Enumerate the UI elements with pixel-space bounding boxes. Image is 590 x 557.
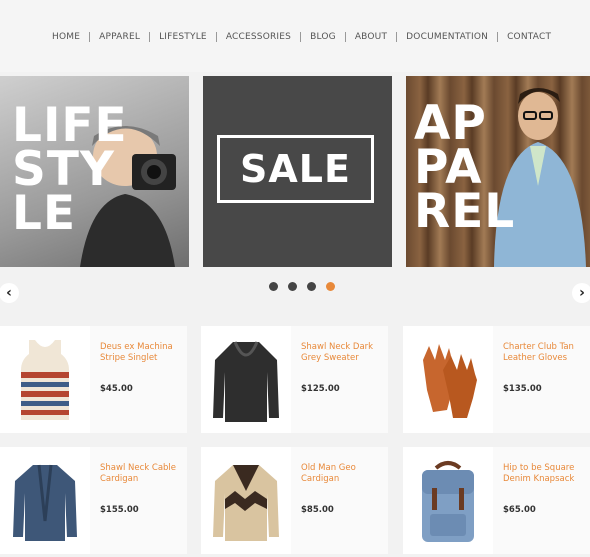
product-price: $65.00 — [503, 505, 536, 515]
nav-link-home[interactable]: HOME — [52, 32, 80, 42]
nav-link-lifestyle[interactable]: LIFESTYLE — [159, 32, 207, 42]
product-card[interactable]: Deus ex Machina Stripe Singlet $45.00 — [0, 326, 187, 433]
slider-dot-1[interactable] — [269, 282, 278, 291]
nav-link-blog[interactable]: BLOG — [310, 32, 336, 42]
product-image[interactable] — [403, 447, 493, 554]
top-navigation: HOME APPAREL LIFESTYLE ACCESSORIES BLOG … — [0, 0, 590, 72]
nav-divider — [497, 32, 499, 42]
tank-top-icon — [21, 339, 69, 420]
slider-dot-2[interactable] — [288, 282, 297, 291]
product-image[interactable] — [0, 326, 90, 433]
slide-apparel-title: AP PA REL — [414, 100, 516, 239]
nav-link-contact[interactable]: CONTACT — [507, 32, 551, 42]
nav-item-about[interactable]: ABOUT — [336, 32, 387, 42]
nav-divider — [396, 32, 398, 42]
product-price: $135.00 — [503, 384, 542, 394]
nav-item-accessories[interactable]: ACCESSORIES — [207, 32, 291, 42]
product-card[interactable]: Charter Club Tan Leather Gloves $135.00 — [403, 326, 590, 433]
product-price: $85.00 — [301, 505, 334, 515]
slider-prev-arrow-icon[interactable]: ‹ — [0, 283, 19, 303]
nav-divider — [215, 32, 217, 42]
product-card[interactable]: Old Man Geo Cardigan $85.00 — [201, 447, 388, 554]
product-name[interactable]: Deus ex Machina Stripe Singlet — [100, 342, 182, 364]
nav-item-apparel[interactable]: APPAREL — [80, 32, 140, 42]
slide-apparel[interactable]: AP PA REL — [406, 76, 590, 267]
slide-lifestyle-line-3: LE — [12, 186, 77, 241]
nav-item-documentation[interactable]: DOCUMENTATION — [387, 32, 488, 42]
product-price: $155.00 — [100, 505, 139, 515]
nav-link-about[interactable]: ABOUT — [355, 32, 387, 42]
product-name[interactable]: Hip to be Square Denim Knapsack — [503, 463, 585, 485]
nav-item-blog[interactable]: BLOG — [291, 32, 336, 42]
slider-dot-4[interactable] — [326, 282, 335, 291]
slide-lifestyle-title: LIFE STY LE — [12, 102, 128, 241]
gloves-icon — [423, 343, 477, 418]
nav-menu: HOME APPAREL LIFESTYLE ACCESSORIES BLOG … — [52, 32, 551, 42]
nav-item-home[interactable]: HOME — [52, 32, 80, 42]
hero-slider: LIFE STY LE SALE AP PA REL — [0, 76, 590, 268]
slide-apparel-line-3: REL — [414, 184, 516, 239]
product-price: $125.00 — [301, 384, 340, 394]
slider-pagination — [269, 282, 345, 291]
sweater-icon — [213, 340, 279, 422]
nav-link-accessories[interactable]: ACCESSORIES — [226, 32, 291, 42]
backpack-icon — [422, 460, 474, 542]
cardigan-icon — [13, 464, 77, 541]
slide-sale[interactable]: SALE — [203, 76, 392, 267]
product-name[interactable]: Shawl Neck Cable Cardigan — [100, 463, 182, 485]
product-image[interactable] — [201, 447, 291, 554]
product-name[interactable]: Old Man Geo Cardigan — [301, 463, 383, 485]
nav-divider — [344, 32, 346, 42]
slider-next-arrow-icon[interactable]: › — [572, 283, 590, 303]
product-image[interactable] — [0, 447, 90, 554]
slider-dot-3[interactable] — [307, 282, 316, 291]
product-image[interactable] — [201, 326, 291, 433]
product-card[interactable]: Hip to be Square Denim Knapsack $65.00 — [403, 447, 590, 554]
nav-divider — [300, 32, 302, 42]
nav-link-documentation[interactable]: DOCUMENTATION — [406, 32, 488, 42]
product-name[interactable]: Shawl Neck Dark Grey Sweater — [301, 342, 383, 364]
sale-label: SALE — [217, 135, 374, 203]
product-card[interactable]: Shawl Neck Dark Grey Sweater $125.00 — [201, 326, 388, 433]
product-name[interactable]: Charter Club Tan Leather Gloves — [503, 342, 585, 364]
nav-item-lifestyle[interactable]: LIFESTYLE — [140, 32, 207, 42]
geo-cardigan-icon — [213, 464, 279, 541]
product-price: $45.00 — [100, 384, 133, 394]
product-image[interactable] — [403, 326, 493, 433]
nav-link-apparel[interactable]: APPAREL — [99, 32, 140, 42]
slide-lifestyle[interactable]: LIFE STY LE — [0, 76, 189, 267]
product-card[interactable]: Shawl Neck Cable Cardigan $155.00 — [0, 447, 187, 554]
nav-divider — [89, 32, 91, 42]
nav-divider — [149, 32, 151, 42]
nav-item-contact[interactable]: CONTACT — [488, 32, 551, 42]
